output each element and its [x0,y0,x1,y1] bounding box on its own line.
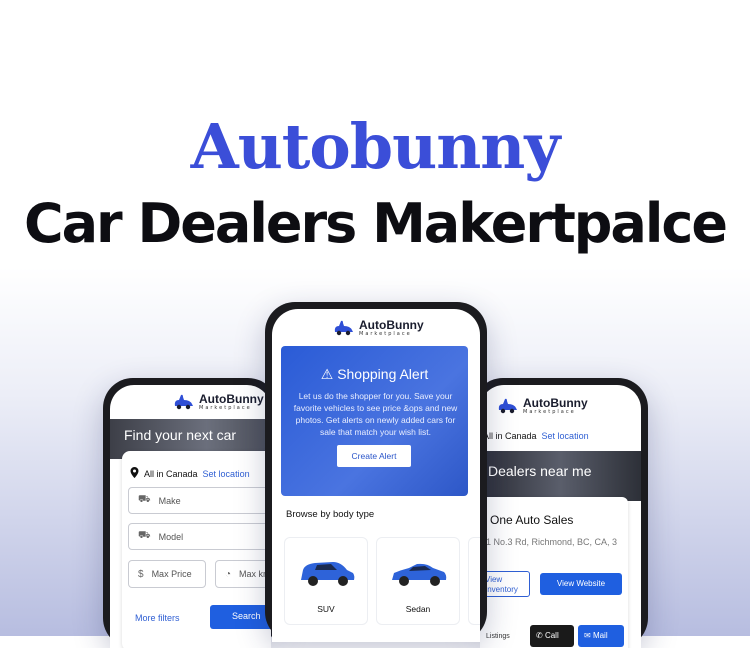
location-row: All in Canada Set location [130,467,250,480]
max-price-field[interactable]: $ Max Price [128,560,206,588]
headline: Car Dealers Makertpalce [23,192,728,255]
body-type-suv[interactable]: SUV [284,537,368,625]
logo-sub: Marketplace [199,405,252,411]
body-type-sedan[interactable]: Sedan [376,537,460,625]
center-phone: AutoBunny Marketplace ⚠ Shopping Alert Le… [265,302,487,642]
dealer-card: One Auto Sales 1 No.3 Rd, Richmond, BC, … [480,497,628,648]
max-price-placeholder: Max Price [151,569,192,579]
view-inventory-button[interactable]: View Inventory [480,571,530,597]
browse-heading: Browse by body type [286,509,375,520]
logo-sub: Marketplace [523,409,576,415]
mail-button[interactable]: ✉ Mail [578,625,624,647]
dealers-hero: Dealers near me [480,451,641,501]
right-phone: AutoBunny Marketplace All in Canada Set l… [473,378,648,648]
set-location-link[interactable]: Set location [542,431,589,441]
dealers-title: Dealers near me [488,463,592,479]
make-placeholder: Make [158,495,181,506]
car-icon: ⛟ [138,530,151,541]
max-km-field[interactable]: ◔ Max km [215,560,271,588]
alert-title: Shopping Alert [337,366,429,382]
location-row: All in Canada Set location [483,431,589,441]
search-card: All in Canada Set location ⛟ Make ⛟ Model … [122,451,271,648]
left-phone: AutoBunny Marketplace Find your next car … [103,378,278,648]
warning-icon: ⚠ [320,366,334,382]
app-logo: AutoBunny Marketplace [332,319,424,337]
body-type-next[interactable] [468,537,480,625]
view-website-button[interactable]: View Website [540,573,622,595]
alert-title-row: ⚠ Shopping Alert [281,366,468,383]
center-phone-screen: AutoBunny Marketplace ⚠ Shopping Alert Le… [272,309,480,642]
bunny-car-icon [496,398,518,414]
listings-label: Listings [486,633,510,640]
sedan-car-icon [392,563,447,586]
shopping-alert-panel: ⚠ Shopping Alert Let us do the shopper f… [281,346,468,496]
location-text: All in Canada [483,431,537,441]
create-alert-button[interactable]: Create Alert [337,445,411,467]
location-text: All in Canada [144,468,198,479]
car-icon: ⛟ [138,494,151,505]
bunny-car-icon [332,320,354,336]
right-phone-screen: AutoBunny Marketplace All in Canada Set l… [480,385,641,648]
model-placeholder: Model [158,531,184,542]
dollar-icon: $ [138,568,144,580]
sedan-label: Sedan [405,604,431,614]
logo-name: AutoBunny [523,396,588,410]
bunny-car-icon [172,394,194,410]
hero-title: Find your next car [124,427,237,443]
set-location-link[interactable]: Set location [203,469,250,479]
dealer-name[interactable]: One Auto Sales [490,513,573,527]
search-button[interactable]: Search [210,605,271,629]
logo-name: AutoBunny [359,318,424,332]
suv-car-icon [301,562,355,586]
dealer-address: 1 No.3 Rd, Richmond, BC, CA, 3 [486,537,618,547]
app-logo: AutoBunny Marketplace [496,397,588,415]
call-button[interactable]: ✆ Call [530,625,574,647]
location-pin-icon [130,467,139,480]
brand-title: Autobunny [190,110,561,183]
model-field[interactable]: ⛟ Model [128,523,271,550]
app-logo: AutoBunny Marketplace [172,393,264,411]
make-field[interactable]: ⛟ Make [128,487,271,514]
suv-label: SUV [317,604,335,614]
left-phone-screen: AutoBunny Marketplace Find your next car … [110,385,271,648]
alert-description: Let us do the shopper for you. Save your… [293,391,458,437]
logo-name: AutoBunny [199,392,264,406]
more-filters-link[interactable]: More filters [135,613,180,623]
logo-sub: Marketplace [359,331,412,337]
speedometer-icon: ◔ [225,568,232,580]
